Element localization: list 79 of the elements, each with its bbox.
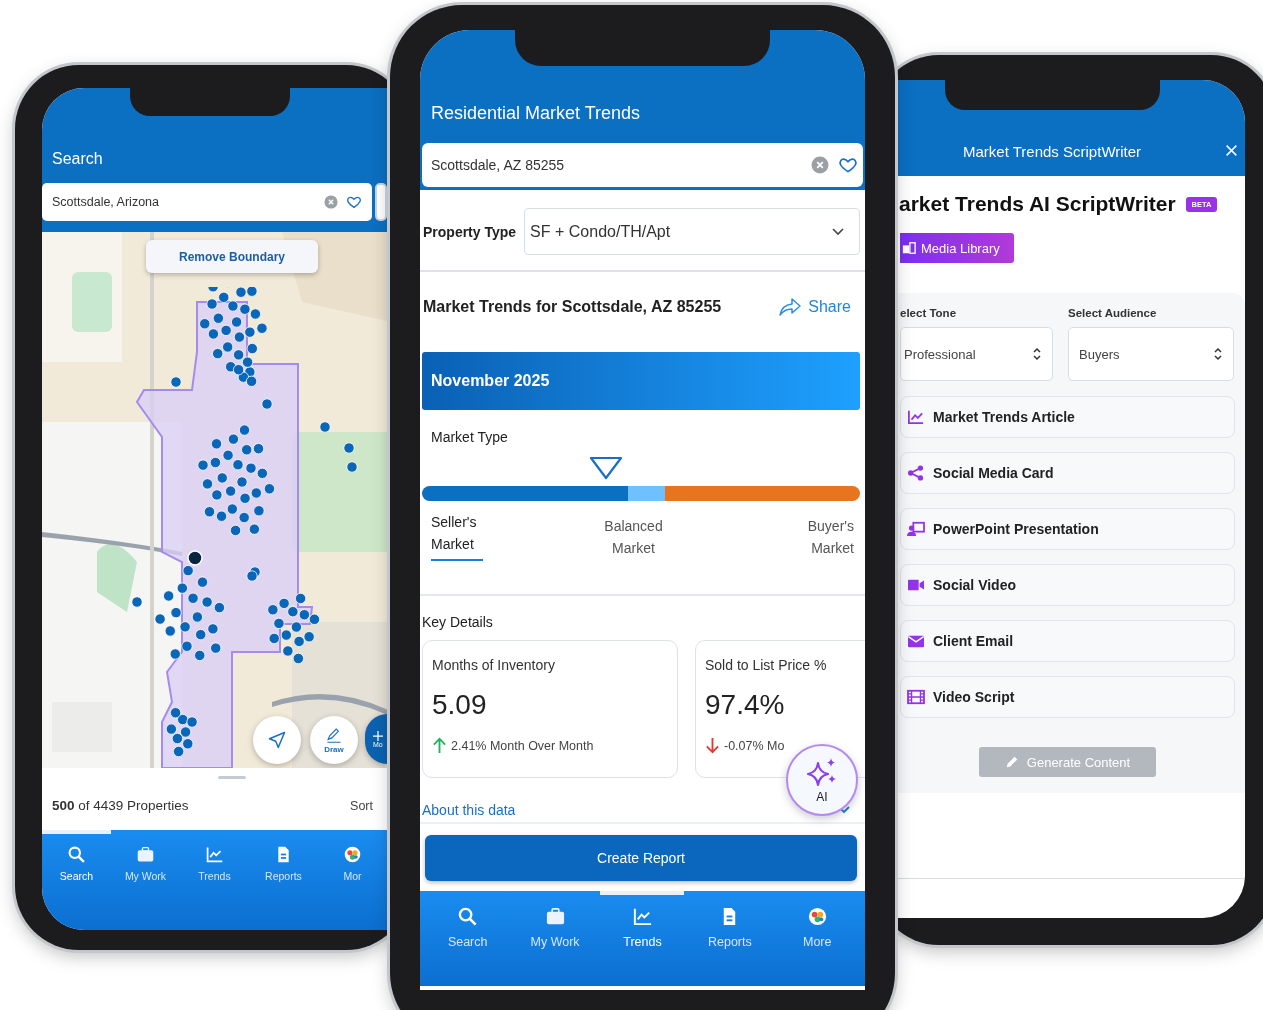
section-label: Key Details: [422, 614, 494, 630]
sort-link[interactable]: Sort: [350, 798, 373, 813]
content-type-option[interactable]: Client Email: [900, 620, 1235, 662]
tab-item[interactable]: My Work: [111, 830, 180, 930]
heart-icon[interactable]: [838, 155, 858, 175]
field-label: Select Audience: [1068, 307, 1158, 319]
tab-item[interactable]: Trends: [180, 830, 249, 930]
chart-icon: [205, 845, 224, 864]
pinwheel-icon: [343, 845, 362, 864]
screen-title: Market Trends ScriptWriter: [963, 143, 1142, 160]
metric-change: 2.41% Month Over Month: [451, 738, 594, 753]
market-type-label: Balanced Market: [603, 517, 664, 558]
create-report-button[interactable]: Create Report: [425, 835, 857, 881]
market-type-label: Seller's Market: [431, 511, 483, 561]
briefcase-icon: [544, 906, 566, 927]
chart-icon: [631, 906, 653, 927]
search-icon: [67, 845, 86, 864]
content-type-option[interactable]: Market Trends Article: [900, 396, 1235, 438]
audience-select[interactable]: Buyers: [1068, 327, 1234, 381]
section-label: Market Type: [431, 429, 509, 445]
ai-assistant-button[interactable]: AI: [786, 744, 858, 816]
tab-item[interactable]: Trends: [602, 891, 683, 986]
navigation-arrow-icon: [267, 730, 287, 750]
tab-item[interactable]: Search: [42, 830, 111, 930]
screen-title: Search: [52, 149, 104, 169]
briefcase-icon: [136, 845, 155, 864]
chevron-down-icon: [831, 226, 845, 237]
content-type-option[interactable]: PowerPoint Presentation: [900, 508, 1235, 550]
video-camera-icon: [907, 577, 925, 593]
remove-boundary-button[interactable]: Remove Boundary: [146, 240, 318, 273]
search-field[interactable]: Scottsdale, Arizona: [42, 183, 372, 221]
metric-change: -0.07% Mo: [724, 738, 785, 753]
tab-item[interactable]: Mor: [318, 830, 387, 930]
close-icon[interactable]: [1225, 144, 1238, 157]
field-label: elect Tone: [900, 307, 958, 319]
tone-select[interactable]: Professional: [900, 327, 1053, 381]
envelope-icon: [907, 633, 925, 649]
metric-value: 5.09: [432, 689, 488, 721]
filter-button[interactable]: [375, 183, 387, 221]
film-icon: [907, 689, 925, 705]
content-type-option[interactable]: Video Script: [900, 676, 1235, 718]
content-type-option[interactable]: Social Media Card: [900, 452, 1235, 494]
pencil-icon: [1004, 755, 1019, 769]
clear-icon[interactable]: [324, 195, 338, 209]
gallery-icon: [902, 241, 916, 255]
page-heading: arket Trends AI ScriptWriter: [899, 192, 1176, 216]
tab-item[interactable]: Reports: [249, 830, 318, 930]
media-library-button[interactable]: Media Library: [900, 233, 1014, 263]
tab-item[interactable]: Search: [427, 891, 508, 986]
tab-item[interactable]: More: [777, 891, 858, 986]
screen-title: Residential Market Trends: [431, 102, 642, 124]
property-type-select[interactable]: SF + Condo/TH/Apt: [524, 208, 860, 255]
section-heading: Market Trends for Scottsdale, AZ 85255: [423, 298, 722, 316]
chart-icon: [907, 409, 925, 425]
content-type-option[interactable]: Social Video: [900, 564, 1235, 606]
market-type-label: Buyer's Market: [806, 517, 854, 558]
tab-item[interactable]: Reports: [689, 891, 770, 986]
about-data-link[interactable]: About this data: [422, 802, 516, 818]
search-field[interactable]: Scottsdale, AZ 85255: [422, 143, 863, 187]
field-label: Property Type: [423, 223, 517, 240]
metric-title: Sold to List Price %: [705, 657, 828, 673]
result-count: 500 of 4439 Properties: [52, 798, 189, 813]
search-icon: [457, 906, 479, 927]
clear-icon[interactable]: [811, 156, 829, 174]
share-button[interactable]: Share: [778, 297, 851, 317]
plus-icon: [373, 730, 383, 741]
pinwheel-icon: [806, 906, 828, 927]
drag-handle[interactable]: [218, 776, 246, 779]
up-down-chevron-icon: [1032, 347, 1042, 361]
presenter-icon: [907, 521, 925, 537]
tab-item[interactable]: My Work: [515, 891, 596, 986]
metric-value: 97.4%: [705, 689, 786, 721]
pencil-icon: [325, 726, 343, 743]
share-icon: [907, 465, 925, 481]
metric-title: Months of Inventory: [432, 657, 556, 673]
period-banner: November 2025: [422, 352, 860, 410]
share-arrow-icon: [778, 297, 803, 317]
heart-icon[interactable]: [346, 194, 362, 210]
up-down-chevron-icon: [1213, 347, 1223, 361]
